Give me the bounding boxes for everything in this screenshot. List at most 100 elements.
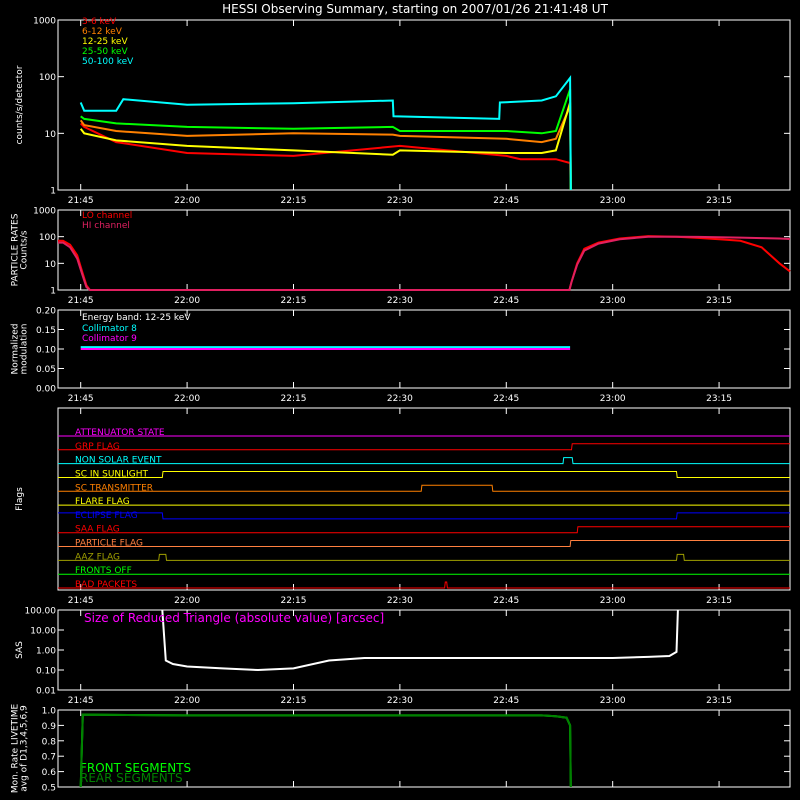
flag-label: FRONTS OFF bbox=[75, 566, 132, 576]
sas-xtick-label: 21:45 bbox=[68, 696, 94, 706]
sas-ytick-label: 0.10 bbox=[36, 667, 56, 677]
flag-line bbox=[58, 526, 790, 534]
particle-rates-ylabel: Counts/s bbox=[20, 230, 30, 269]
flag-line bbox=[58, 581, 790, 589]
flags-xtick-label: 22:15 bbox=[281, 596, 307, 606]
livetime-ytick-label: 0.7 bbox=[42, 753, 56, 763]
flag-line bbox=[58, 512, 790, 520]
sas-xtick-label: 22:30 bbox=[387, 696, 413, 706]
flag-line bbox=[58, 553, 790, 561]
flag-label: SC IN SUNLIGHT bbox=[75, 469, 149, 479]
modulation-legend-entry: Collimator 9 bbox=[82, 334, 137, 344]
count-rates-ytick-label: 1 bbox=[50, 187, 56, 197]
count-rates-series-line bbox=[80, 88, 572, 191]
modulation-legend-entry: Collimator 8 bbox=[82, 324, 137, 334]
modulation-ytick-label: 0.00 bbox=[36, 385, 56, 395]
flags-xtick-label: 22:30 bbox=[387, 596, 413, 606]
livetime-ytick-label: 0.6 bbox=[42, 768, 57, 778]
flag-line bbox=[58, 540, 790, 547]
modulation-xtick-label: 23:15 bbox=[706, 394, 732, 404]
count-rates-xtick-label: 22:15 bbox=[281, 196, 307, 206]
count-rates-legend-entry: 12-25 keV bbox=[82, 37, 128, 47]
particle-rates-ytick-label: 1 bbox=[50, 287, 56, 297]
modulation-xtick-label: 21:45 bbox=[68, 394, 94, 404]
modulation-ytick-label: 0.10 bbox=[36, 346, 56, 356]
modulation-ytick-label: 0.05 bbox=[36, 365, 56, 375]
count-rates-legend-entry: 50-100 keV bbox=[82, 57, 134, 67]
livetime-ytick-label: 0.9 bbox=[42, 722, 57, 732]
particle-rates-xtick-label: 23:15 bbox=[706, 296, 732, 306]
count-rates-frame bbox=[57, 19, 791, 191]
flag-line bbox=[58, 484, 790, 492]
particle-rates-ytick-label: 10 bbox=[45, 260, 57, 270]
modulation-xtick-label: 22:30 bbox=[387, 394, 413, 404]
flag-label: SAA FLAG bbox=[75, 525, 120, 535]
flags-frame bbox=[57, 407, 791, 591]
sas-xtick-label: 22:45 bbox=[493, 696, 519, 706]
flag-label: AAZ FLAG bbox=[75, 552, 120, 562]
count-rates-legend-entry: 6-12 keV bbox=[82, 27, 123, 37]
modulation-xtick-label: 23:00 bbox=[600, 394, 626, 404]
flag-label: BAD PACKETS bbox=[75, 580, 137, 590]
sas-ylabel: SAS bbox=[15, 641, 25, 659]
livetime-ytick-label: 1.0 bbox=[42, 707, 57, 717]
particle-rates-legend-entry: LO channel bbox=[82, 211, 132, 221]
flag-line bbox=[58, 471, 790, 478]
sas-ytick-label: 10.00 bbox=[30, 627, 56, 637]
particle-rates-xtick-label: 23:00 bbox=[600, 296, 626, 306]
count-rates-ytick-label: 10 bbox=[45, 130, 57, 140]
flag-label: GRP FLAG bbox=[75, 442, 120, 452]
sas-xtick-label: 23:15 bbox=[706, 696, 732, 706]
flags-xtick-label: 22:45 bbox=[493, 596, 519, 606]
flags-xtick-label: 22:00 bbox=[174, 596, 200, 606]
particle-rates-ytick-label: 1000 bbox=[33, 207, 56, 217]
sas-ytick-label: 1.00 bbox=[36, 647, 56, 657]
plot-title: HESSI Observing Summary, starting on 200… bbox=[222, 2, 608, 16]
count-rates-xtick-label: 21:45 bbox=[68, 196, 94, 206]
sas-xtick-label: 22:00 bbox=[174, 696, 200, 706]
livetime-legend-entry: REAR SEGMENTS bbox=[80, 771, 183, 785]
particle-rates-series-line bbox=[58, 235, 791, 291]
count-rates-legend-entry: 25-50 keV bbox=[82, 47, 128, 57]
sas-xtick-label: 22:15 bbox=[281, 696, 307, 706]
modulation-ytick-label: 0.20 bbox=[36, 307, 56, 317]
flag-label: PARTICLE FLAG bbox=[75, 539, 143, 549]
particle-rates-legend-entry: HI channel bbox=[82, 221, 130, 231]
flags-xtick-label: 23:15 bbox=[706, 596, 732, 606]
flag-label: ATTENUATOR STATE bbox=[75, 428, 165, 438]
flag-label: SC TRANSMITTER bbox=[75, 483, 153, 493]
sas-ytick-label: 0.01 bbox=[36, 687, 56, 697]
count-rates-ylabel: counts/s/detector bbox=[15, 65, 25, 144]
livetime-ylabel: avg of D1,3,4,5,6,9 bbox=[20, 705, 30, 792]
particle-rates-xtick-label: 22:45 bbox=[493, 296, 519, 306]
flag-label: FLARE FLAG bbox=[75, 497, 130, 507]
count-rates-xtick-label: 23:15 bbox=[706, 196, 732, 206]
particle-rates-frame bbox=[57, 209, 791, 291]
modulation-xtick-label: 22:00 bbox=[174, 394, 200, 404]
flag-line bbox=[58, 457, 790, 465]
particle-rates-series-line bbox=[58, 235, 791, 291]
sas-ytick-label: 100.00 bbox=[25, 607, 57, 617]
modulation-annotation: Energy band: 12-25 keV bbox=[82, 313, 191, 323]
particle-rates-xtick-label: 22:30 bbox=[387, 296, 413, 306]
count-rates-ytick-label: 1000 bbox=[33, 17, 56, 27]
livetime-ytick-label: 0.5 bbox=[42, 784, 56, 794]
count-rates-series-line bbox=[79, 102, 572, 191]
modulation-xtick-label: 22:15 bbox=[281, 394, 307, 404]
sas-xtick-label: 23:00 bbox=[600, 696, 626, 706]
particle-rates-xtick-label: 21:45 bbox=[68, 296, 94, 306]
modulation-xtick-label: 22:45 bbox=[493, 394, 519, 404]
flags-xtick-label: 23:00 bbox=[600, 596, 626, 606]
modulation-ylabel: modulation bbox=[20, 324, 30, 375]
sas-annotation: Size of Reduced Triangle (absolute value… bbox=[84, 611, 384, 625]
flag-line bbox=[58, 443, 790, 451]
modulation-ytick-label: 0.15 bbox=[36, 326, 56, 336]
count-rates-legend-entry: 3-6 keV bbox=[82, 17, 117, 27]
flags-ylabel: Flags bbox=[15, 487, 25, 511]
count-rates-xtick-label: 23:00 bbox=[600, 196, 626, 206]
livetime-ytick-label: 0.8 bbox=[42, 737, 57, 747]
flag-label: ECLIPSE FLAG bbox=[75, 511, 138, 521]
observing-summary-plot: HESSI Observing Summary, starting on 200… bbox=[11, 2, 791, 794]
particle-rates-xtick-label: 22:00 bbox=[174, 296, 200, 306]
count-rates-xtick-label: 22:30 bbox=[387, 196, 413, 206]
